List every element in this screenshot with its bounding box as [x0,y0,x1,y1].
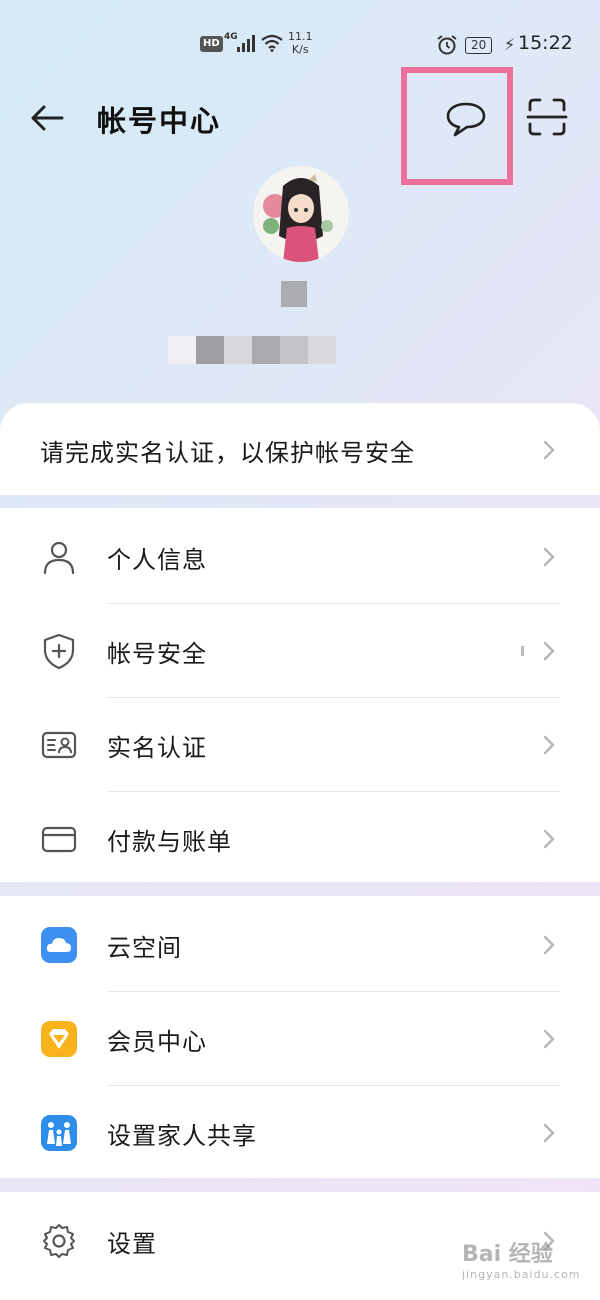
verify-banner-card: 请完成实名认证，以保护帐号安全 [0,403,600,495]
shield-icon [43,633,75,670]
row-label: 设置家人共享 [107,1122,257,1150]
verify-banner-text: 请完成实名认证，以保护帐号安全 [40,439,415,467]
page-title: 帐号中心 [97,104,222,138]
alarm-icon [437,35,457,55]
wifi-icon [261,34,283,52]
network-speed: 11.1 K/s [288,30,313,56]
status-dot [521,646,524,656]
speed-unit: K/s [291,43,309,56]
speed-value: 11.1 [288,30,313,43]
scan-icon[interactable] [524,94,570,140]
row-real-name[interactable]: 实名认证 [0,698,600,792]
row-label: 实名认证 [107,734,207,762]
avatar[interactable] [253,166,349,262]
cloud-icon [41,927,77,963]
verify-banner[interactable]: 请完成实名认证，以保护帐号安全 [0,403,600,497]
row-personal-info[interactable]: 个人信息 [0,510,600,604]
chevron-right-icon [543,1123,555,1143]
hd-badge: HD [200,36,223,52]
username-blurred [281,281,307,307]
id-card-icon [41,731,77,759]
row-label: 会员中心 [107,1028,207,1056]
row-label: 帐号安全 [107,640,207,668]
row-membership[interactable]: 会员中心 [0,992,600,1086]
chevron-right-icon [543,641,555,661]
row-label: 云空间 [107,934,182,962]
signal-icon [237,35,255,52]
row-label: 个人信息 [107,546,207,574]
row-label: 付款与账单 [107,828,232,856]
chevron-right-icon [543,547,555,567]
avatar-image [263,174,333,262]
charging-icon: ⚡ [504,35,516,54]
account-settings-group: 个人信息 帐号安全 实名认证 付款与账单 [0,508,600,882]
row-account-security[interactable]: 帐号安全 [0,604,600,698]
chevron-right-icon [543,935,555,955]
row-payment[interactable]: 付款与账单 [0,792,600,886]
watermark: Bai 经验 jingyan.baidu.com [462,1236,581,1281]
person-icon [43,541,75,575]
chevron-right-icon [543,735,555,755]
family-icon [41,1115,77,1151]
watermark-brand: Bai 经验 [462,1242,553,1267]
diamond-icon [41,1021,77,1057]
services-group: 云空间 会员中心 设置家人共享 [0,896,600,1178]
clock: 15:22 [518,32,573,54]
highlight-box [401,67,513,185]
back-arrow-icon[interactable] [26,96,70,140]
account-id-blurred [168,336,336,364]
chevron-right-icon [543,829,555,849]
row-label: 设置 [107,1230,157,1258]
gear-icon [43,1224,75,1258]
watermark-url: jingyan.baidu.com [462,1268,581,1281]
battery-level: 20 [465,37,493,54]
card-icon [41,826,77,853]
row-family-sharing[interactable]: 设置家人共享 [0,1086,600,1180]
chevron-right-icon [543,1029,555,1049]
row-cloud[interactable]: 云空间 [0,898,600,992]
chevron-right-icon [543,440,555,460]
